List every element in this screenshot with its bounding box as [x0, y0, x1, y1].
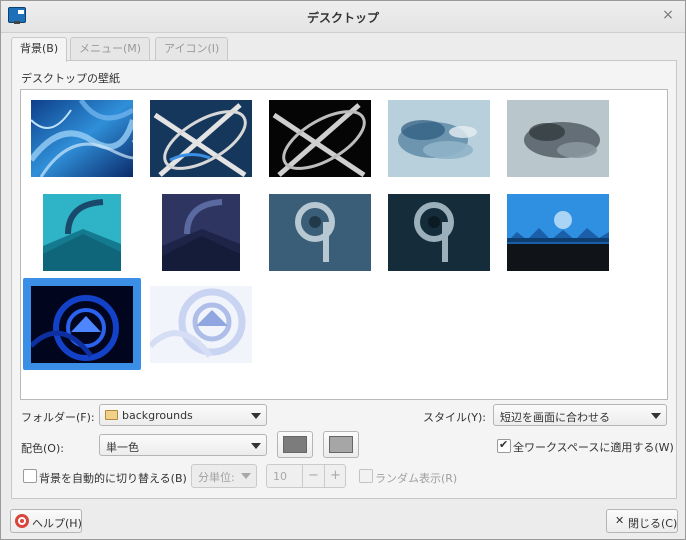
chevron-down-icon — [251, 413, 261, 419]
help-lifebuoy-icon — [15, 514, 29, 528]
wallpaper-thumbnail[interactable] — [388, 100, 490, 177]
interval-unit-select[interactable]: 分単位: — [191, 464, 257, 488]
color-select[interactable]: 単一色 — [99, 434, 267, 456]
apply-all-label[interactable]: 全ワークスペースに適用する(W) — [513, 439, 674, 455]
wallpaper-thumbnail[interactable] — [162, 194, 240, 271]
color-value: 単一色 — [106, 441, 139, 454]
wallpaper-thumbnail[interactable] — [388, 194, 490, 271]
style-value: 短辺を画面に合わせる — [500, 411, 610, 424]
desktop-settings-window: デスクトップ × 背景(B) メニュー(M) アイコン(I) デスクトップの壁紙 — [0, 0, 686, 540]
wallpaper-gallery — [20, 89, 668, 400]
close-button[interactable]: ✕ 閉じる(C) — [606, 509, 678, 533]
window-title: デスクトップ — [306, 11, 379, 25]
folder-icon — [105, 410, 118, 420]
wallpaper-thumbnail[interactable] — [150, 100, 252, 177]
tab-menus[interactable]: メニュー(M) — [70, 37, 151, 61]
color-label: 配色(O): — [21, 442, 64, 455]
tab-icons[interactable]: アイコン(I) — [155, 37, 229, 61]
random-label[interactable]: ランダム表示(R) — [375, 470, 457, 486]
help-button-label: ヘルプ(H) — [32, 517, 82, 530]
folder-value: backgrounds — [122, 409, 193, 422]
wallpaper-thumbnail[interactable] — [507, 100, 609, 177]
style-label: スタイル(Y): — [423, 411, 487, 424]
tab-background[interactable]: 背景(B) — [11, 37, 68, 62]
secondary-color-button[interactable] — [323, 431, 359, 458]
folder-select[interactable]: backgrounds — [99, 404, 267, 426]
random-checkbox[interactable] — [359, 469, 373, 483]
decrement-button[interactable]: − — [302, 465, 324, 487]
title-bar: デスクトップ × — [1, 1, 685, 33]
wallpaper-thumbnail[interactable] — [31, 100, 133, 177]
folder-label: フォルダー(F): — [21, 411, 95, 424]
chevron-down-icon — [251, 443, 261, 449]
increment-button[interactable]: + — [324, 465, 346, 487]
primary-color-button[interactable] — [277, 431, 313, 458]
chevron-down-icon — [241, 473, 251, 479]
chevron-down-icon — [651, 413, 661, 419]
wallpaper-section-label: デスクトップの壁紙 — [21, 72, 120, 85]
interval-value: 10 — [273, 470, 287, 483]
close-button-label: 閉じる(C) — [628, 517, 678, 530]
primary-color-swatch — [283, 436, 307, 453]
auto-change-checkbox[interactable] — [23, 469, 37, 483]
wallpaper-thumbnail[interactable] — [269, 100, 371, 177]
wallpaper-thumbnail[interactable] — [43, 194, 121, 271]
close-icon: ✕ — [615, 514, 625, 527]
wallpaper-thumbnail-selected[interactable] — [31, 286, 133, 363]
auto-change-label[interactable]: 背景を自動的に切り替える(B) — [39, 470, 187, 486]
secondary-color-swatch — [329, 436, 353, 453]
window-close-icon[interactable]: × — [661, 8, 675, 22]
style-select[interactable]: 短辺を画面に合わせる — [493, 404, 667, 426]
interval-unit-value: 分単位: — [198, 471, 235, 484]
help-button[interactable]: ヘルプ(H) — [10, 509, 82, 533]
wallpaper-thumbnail[interactable] — [269, 194, 371, 271]
wallpaper-thumbnail[interactable] — [150, 286, 252, 363]
interval-spinner[interactable]: 10 − + — [266, 464, 346, 488]
apply-all-checkbox[interactable] — [497, 438, 511, 453]
wallpaper-thumbnail[interactable] — [507, 194, 609, 271]
